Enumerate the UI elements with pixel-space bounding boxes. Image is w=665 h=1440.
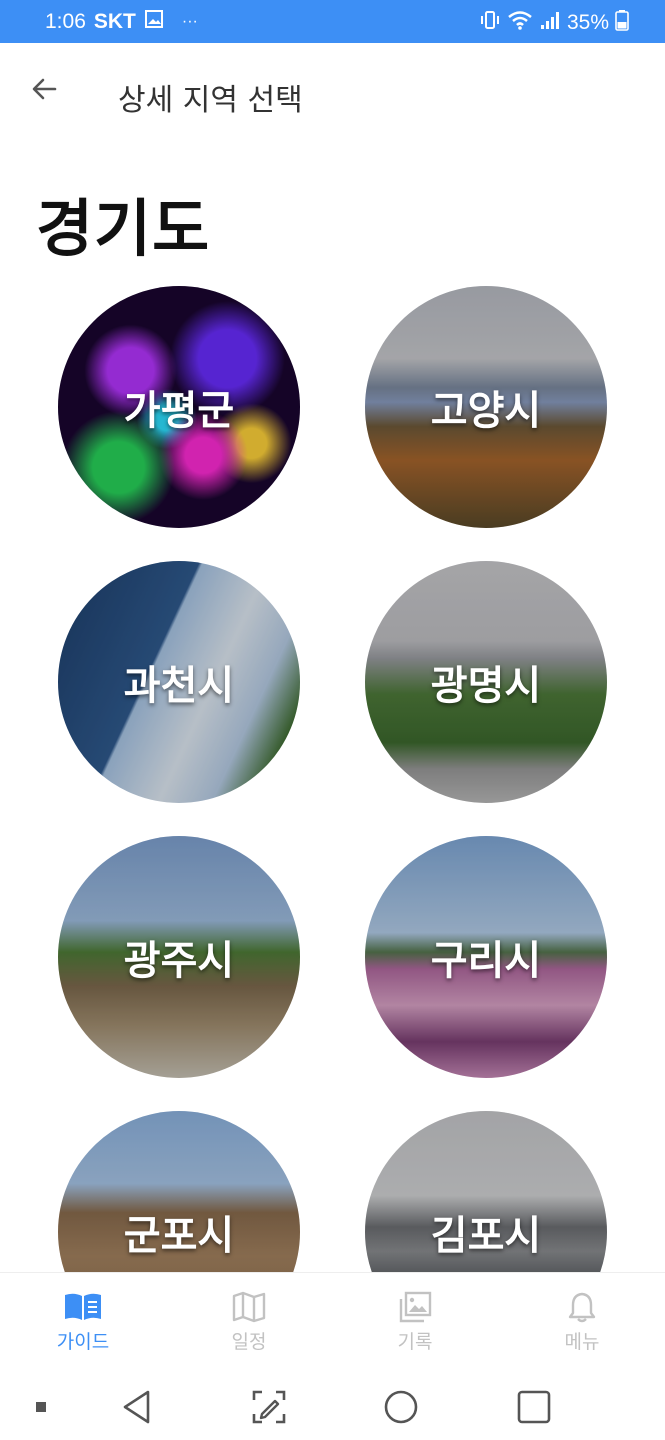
city-label: 고양시 — [430, 388, 542, 434]
status-carrier: SKT — [93, 10, 136, 33]
app-bar: 상세 지역 선택 — [0, 43, 665, 143]
vibrate-icon — [479, 9, 501, 37]
system-nav — [0, 1370, 665, 1440]
city-label: 광주시 — [123, 938, 235, 984]
status-right: 35% — [479, 9, 629, 37]
city-grid: 가평군 고양시 과천시 광명시 광주시 구리시 군포시 김포시 — [0, 286, 665, 1272]
square-dot-icon — [36, 1402, 46, 1412]
city-label: 군포시 — [123, 1213, 235, 1259]
gallery-notification-icon — [144, 9, 164, 35]
region-title: 경기도 — [36, 192, 211, 265]
city-label: 가평군 — [123, 388, 235, 434]
nav-schedule-label: 일정 — [231, 1330, 267, 1353]
city-label: 구리시 — [430, 938, 542, 984]
nav-guide[interactable]: 가이드 — [0, 1273, 166, 1371]
city-card-goyang[interactable]: 고양시 — [365, 286, 607, 528]
city-label: 김포시 — [430, 1213, 542, 1259]
city-card-gunpo[interactable]: 군포시 — [58, 1111, 300, 1272]
square-recents-icon — [517, 1390, 551, 1424]
wifi-icon — [507, 9, 533, 37]
status-left: 1:06 SKT ··· — [45, 9, 198, 35]
status-bar: 1:06 SKT ··· 35% — [0, 0, 665, 43]
nav-schedule[interactable]: 일정 — [166, 1273, 332, 1371]
battery-percent: 35% — [566, 11, 609, 34]
nav-record[interactable]: 기록 — [332, 1273, 498, 1371]
triangle-back-icon — [123, 1390, 150, 1424]
city-card-guri[interactable]: 구리시 — [365, 836, 607, 1078]
city-card-gwacheon[interactable]: 과천시 — [58, 561, 300, 803]
city-card-gimpo[interactable]: 김포시 — [365, 1111, 607, 1272]
status-time: 1:06 — [45, 10, 86, 33]
page-title: 상세 지역 선택 — [118, 83, 303, 118]
arrow-left-icon — [32, 78, 57, 100]
nav-record-label: 기록 — [397, 1330, 433, 1353]
circle-home-icon — [384, 1390, 418, 1424]
city-card-gwangmyeong[interactable]: 광명시 — [365, 561, 607, 803]
system-capture-button[interactable] — [244, 1382, 294, 1432]
signal-icon — [539, 9, 561, 37]
bell-icon — [568, 1292, 596, 1322]
city-card-gapyeong[interactable]: 가평군 — [58, 286, 300, 528]
system-dot-button[interactable] — [16, 1382, 66, 1432]
nav-menu-label: 메뉴 — [564, 1330, 600, 1353]
city-label: 과천시 — [123, 663, 235, 709]
back-button[interactable] — [22, 67, 66, 111]
city-card-gwangju[interactable]: 광주시 — [58, 836, 300, 1078]
system-home-button[interactable] — [376, 1382, 426, 1432]
nav-menu[interactable]: 메뉴 — [499, 1273, 665, 1371]
bottom-nav: 가이드 일정 기록 메뉴 — [0, 1272, 665, 1370]
system-recents-button[interactable] — [509, 1382, 559, 1432]
map-icon — [232, 1291, 266, 1322]
edit-capture-icon — [252, 1390, 286, 1424]
city-label: 광명시 — [430, 663, 542, 709]
nav-guide-label: 가이드 — [56, 1330, 110, 1353]
system-back-button[interactable] — [112, 1382, 162, 1432]
book-open-icon — [65, 1293, 101, 1320]
gallery-icon — [399, 1291, 432, 1322]
status-more: ··· — [181, 13, 198, 30]
battery-icon — [615, 9, 629, 37]
